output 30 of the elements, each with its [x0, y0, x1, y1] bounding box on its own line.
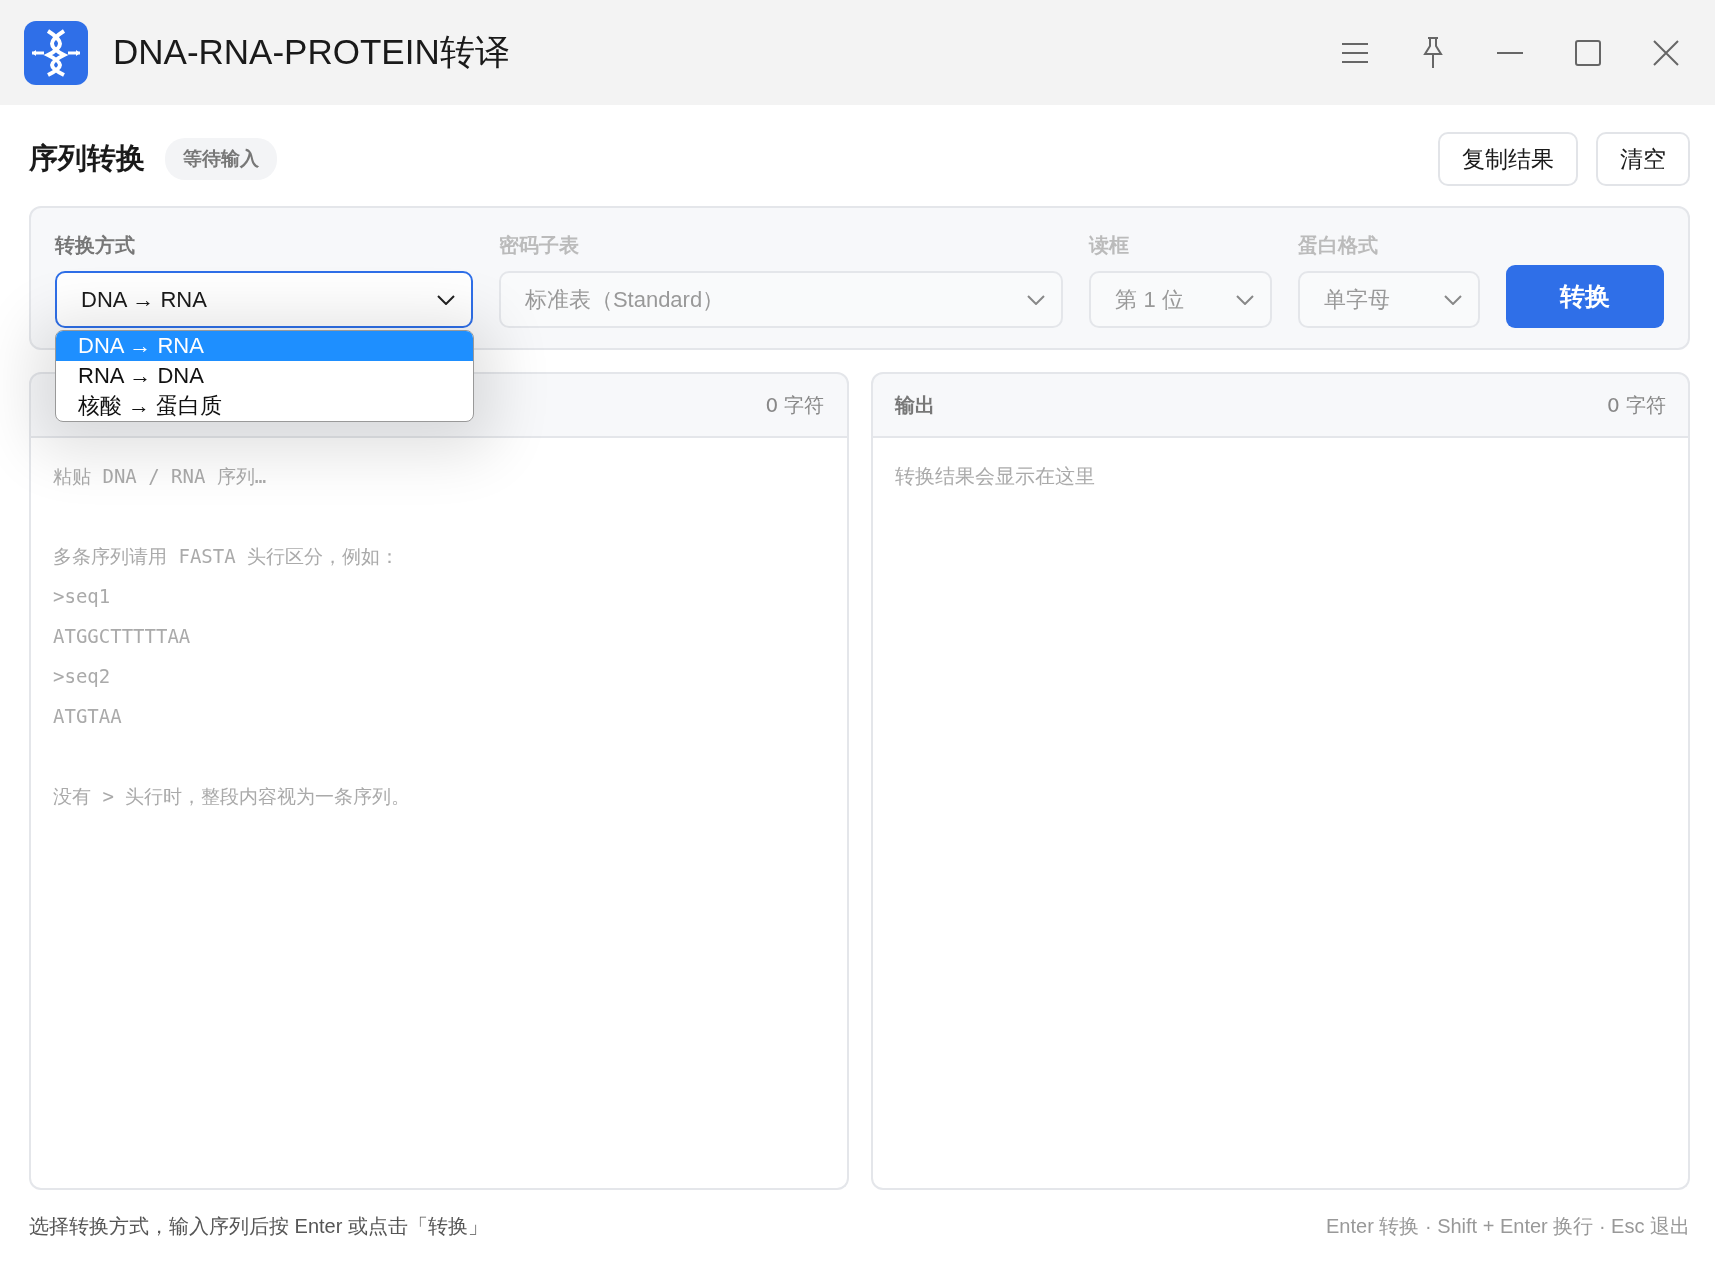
- status-badge: 等待输入: [165, 138, 277, 180]
- convert-button[interactable]: 转换: [1506, 265, 1664, 328]
- chevron-down-icon: [436, 294, 455, 305]
- field-label: 读框: [1089, 232, 1130, 259]
- panel-title: 输出: [894, 391, 935, 419]
- dropdown-option[interactable]: RNA → DNA: [56, 361, 473, 391]
- character-count: 0 字符: [1606, 391, 1666, 419]
- clear-button[interactable]: 清空: [1596, 132, 1690, 186]
- app-logo-icon: [24, 20, 88, 85]
- page-title: 序列转换: [29, 140, 145, 177]
- status-hint: 选择转换方式，输入序列后按 Enter 或点击「转换」: [29, 1213, 488, 1239]
- chevron-down-icon: [1444, 294, 1463, 305]
- field-label: 蛋白格式: [1297, 232, 1378, 259]
- select-field[interactable]: DNA → RNA: [55, 271, 473, 328]
- shortcut-hint: Enter 转换 · Shift + Enter 换行 · Esc 退出: [1326, 1213, 1690, 1239]
- field-label: 密码子表: [498, 232, 579, 259]
- copy-result-button[interactable]: 复制结果: [1438, 132, 1578, 186]
- field-label: 转换方式: [55, 232, 135, 259]
- pin-icon[interactable]: [1421, 35, 1445, 70]
- minimize-icon[interactable]: [1497, 50, 1523, 55]
- output-field[interactable]: 转换结果会显示在这里: [870, 438, 1690, 1190]
- menu-icon[interactable]: [1341, 41, 1369, 64]
- window-title: DNA-RNA-PROTEIN转译: [113, 31, 510, 73]
- sequence-input-field[interactable]: 粘贴 DNA / RNA 序列… 多条序列请用 FASTA 头行区分，例如： >seq1 ATGGCTTTTTAA >seq2 ATGTAA 没有 > 头行时，整段内容视为一条序列。: [29, 438, 849, 1190]
- chevron-down-icon: [1235, 294, 1254, 305]
- dropdown-option[interactable]: 核酸 → 蛋白质: [56, 391, 473, 421]
- character-count: 0 字符: [765, 391, 825, 419]
- chevron-down-icon: [1027, 294, 1046, 305]
- close-icon[interactable]: [1653, 39, 1679, 66]
- maximize-icon[interactable]: [1575, 39, 1601, 66]
